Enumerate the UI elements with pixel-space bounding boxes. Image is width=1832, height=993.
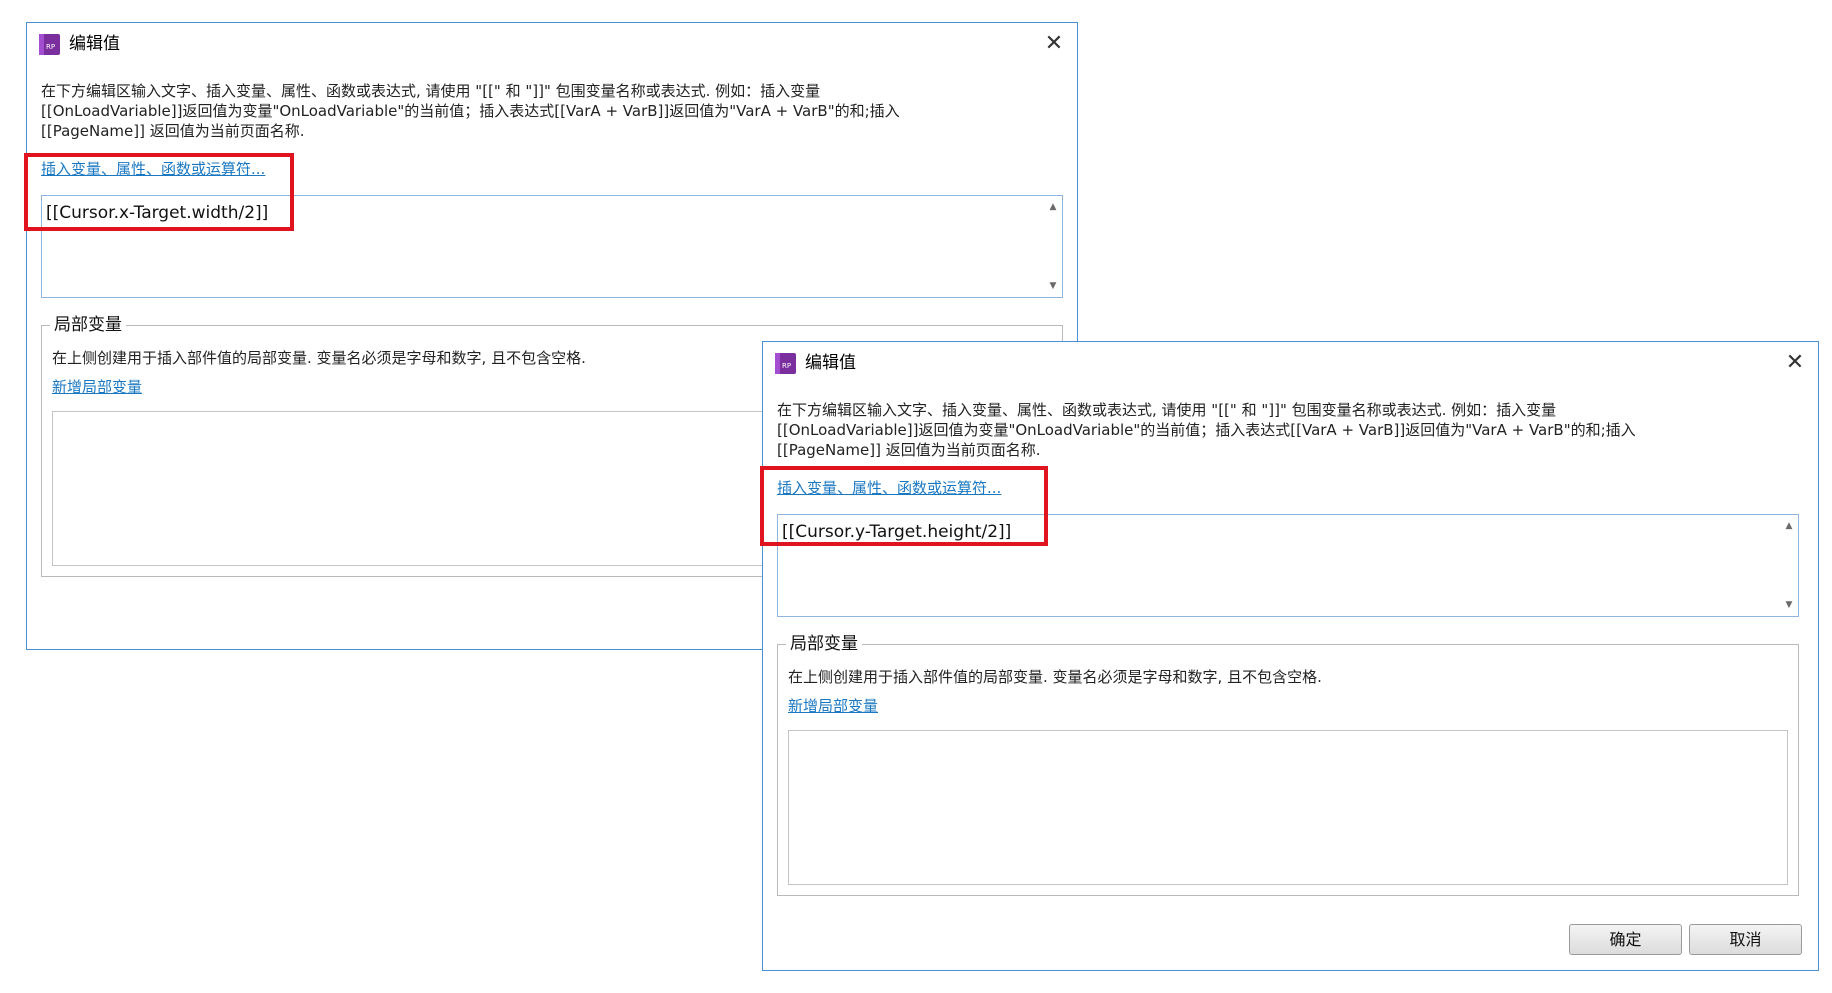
instructions-text: 在下方编辑区输入文字、插入变量、属性、函数或表达式, 请使用 "[[" 和 "]… [777, 401, 1636, 459]
insert-variable-link[interactable]: 插入变量、属性、函数或运算符... [777, 478, 1001, 498]
editor-scrollbar[interactable]: ▲ ▼ [1044, 196, 1062, 297]
local-variables-description: 在上侧创建用于插入部件值的局部变量. 变量名必须是字母和数字, 且不包含空格. [52, 349, 586, 367]
close-icon[interactable]: ✕ [1041, 31, 1067, 57]
expression-editor[interactable]: [[Cursor.y-Target.height/2]] ▲ ▼ [777, 514, 1799, 617]
scroll-down-icon[interactable]: ▼ [1784, 600, 1794, 610]
dialog-titlebar[interactable]: RP 编辑值 ✕ [763, 342, 1818, 382]
editor-scrollbar[interactable]: ▲ ▼ [1780, 515, 1798, 616]
local-variables-list[interactable] [788, 730, 1788, 885]
insert-variable-link[interactable]: 插入变量、属性、函数或运算符... [41, 159, 265, 179]
axure-rp-icon: RP [775, 353, 796, 374]
local-variables-title: 局部变量 [50, 314, 126, 336]
local-variables-group: 局部变量 在上侧创建用于插入部件值的局部变量. 变量名必须是字母和数字, 且不包… [777, 633, 1799, 896]
local-variables-title: 局部变量 [786, 633, 862, 655]
scroll-down-icon[interactable]: ▼ [1048, 281, 1058, 291]
add-local-variable-link[interactable]: 新增局部变量 [788, 696, 878, 716]
edit-value-dialog-2: RP 编辑值 ✕ 在下方编辑区输入文字、插入变量、属性、函数或表达式, 请使用 … [760, 341, 1819, 971]
ok-button[interactable]: 确定 [1569, 924, 1682, 955]
local-variables-description: 在上侧创建用于插入部件值的局部变量. 变量名必须是字母和数字, 且不包含空格. [788, 668, 1322, 686]
dialog-title: 编辑值 [69, 34, 120, 54]
scroll-up-icon[interactable]: ▲ [1784, 521, 1794, 531]
instructions-text: 在下方编辑区输入文字、插入变量、属性、函数或表达式, 请使用 "[[" 和 "]… [41, 82, 900, 140]
editor-value[interactable]: [[Cursor.x-Target.width/2]] [46, 201, 268, 225]
expression-editor[interactable]: [[Cursor.x-Target.width/2]] ▲ ▼ [41, 195, 1063, 298]
close-icon[interactable]: ✕ [1782, 350, 1808, 376]
dialog-titlebar[interactable]: RP 编辑值 ✕ [27, 23, 1077, 63]
add-local-variable-link[interactable]: 新增局部变量 [52, 377, 142, 397]
cancel-button[interactable]: 取消 [1689, 924, 1802, 955]
dialog-title: 编辑值 [805, 353, 856, 373]
scroll-up-icon[interactable]: ▲ [1048, 202, 1058, 212]
axure-rp-icon: RP [39, 34, 60, 55]
editor-value[interactable]: [[Cursor.y-Target.height/2]] [782, 520, 1011, 544]
